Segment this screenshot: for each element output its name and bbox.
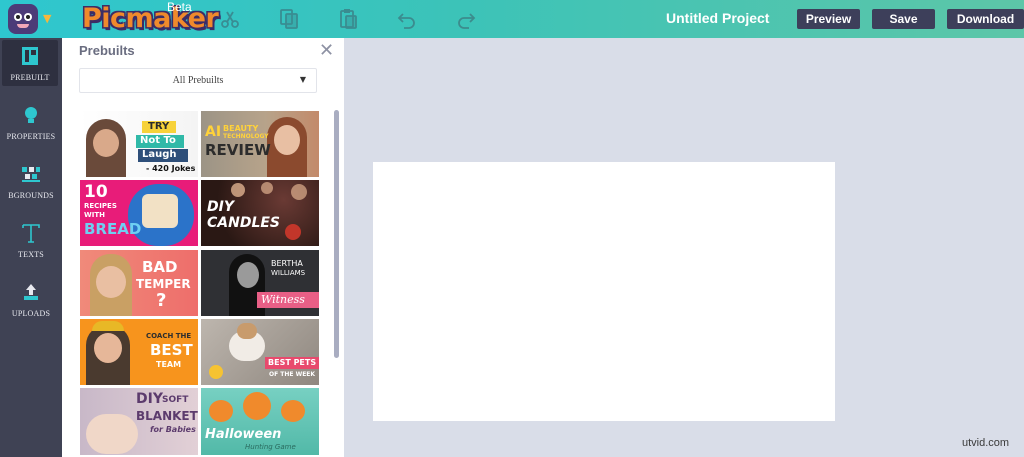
panel-title: Prebuilts	[79, 43, 135, 58]
sidebar-item-label: UPLOADS	[11, 309, 51, 318]
paste-icon[interactable]	[337, 8, 359, 30]
sidebar-item-label: PREBUILT	[10, 73, 50, 82]
template-thumbnail[interactable]: TRY Not To Laugh - 420 Jokes	[80, 111, 198, 177]
chevron-down-icon[interactable]: ▼	[43, 12, 51, 25]
template-thumbnail[interactable]: COACH THE BEST TEAM	[80, 319, 198, 385]
template-thumbnail[interactable]: Halloween Hunting Game	[201, 388, 319, 455]
project-title[interactable]: Untitled Project	[666, 10, 769, 26]
filter-selected-value: All Prebuilts	[172, 75, 224, 86]
template-thumbnail[interactable]: DIY SOFT BLANKET for Babies	[80, 388, 198, 455]
template-thumbnail[interactable]: BEST PETS OF THE WEEK	[201, 319, 319, 385]
sidebar-item-prebuilt[interactable]: PREBUILT	[2, 40, 58, 86]
preview-button[interactable]: Preview	[797, 9, 860, 29]
copy-icon[interactable]	[278, 8, 300, 30]
prebuilts-panel: Prebuilts ✕ All Prebuilts ▼ TRY Not To L…	[62, 38, 344, 457]
save-button[interactable]: Save	[872, 9, 935, 29]
redo-icon[interactable]	[455, 8, 477, 30]
undo-icon[interactable]	[396, 8, 418, 30]
sidebar: PREBUILT PROPERTIES BGROUNDS TEXTS UPLOA…	[0, 38, 62, 457]
download-button[interactable]: Download	[947, 9, 1024, 29]
sidebar-item-texts[interactable]: TEXTS	[0, 217, 62, 263]
sidebar-item-label: PROPERTIES	[6, 132, 56, 141]
cut-icon[interactable]	[219, 8, 241, 30]
panel-scrollbar[interactable]	[334, 110, 339, 358]
sidebar-item-bgrounds[interactable]: BGROUNDS	[0, 158, 62, 204]
template-thumbnail[interactable]: AI BEAUTY TECHNOLOGY REVIEW	[201, 111, 319, 177]
pattern-icon	[22, 167, 40, 182]
design-canvas[interactable]	[373, 162, 835, 421]
sidebar-item-label: TEXTS	[18, 250, 44, 259]
sidebar-item-label: BGROUNDS	[8, 191, 54, 200]
close-icon[interactable]: ✕	[319, 40, 334, 61]
sidebar-item-properties[interactable]: PROPERTIES	[0, 99, 62, 145]
template-thumbnail[interactable]: DIY CANDLES	[201, 180, 319, 246]
template-thumbnail[interactable]: BERTHA WILLIAMS Witness	[201, 250, 319, 316]
layout-icon	[22, 47, 38, 65]
app-logo[interactable]: Picmaker	[82, 3, 219, 34]
bulb-icon	[25, 107, 37, 123]
watermark: utvid.com	[962, 437, 1010, 449]
sidebar-item-uploads[interactable]: UPLOADS	[0, 276, 62, 322]
prebuilt-filter-select[interactable]: All Prebuilts ▼	[79, 68, 317, 93]
template-thumbnail[interactable]: 10 RECIPES WITH BREAD	[80, 180, 198, 246]
beta-badge: Beta	[167, 0, 192, 14]
upload-icon	[24, 284, 38, 300]
caret-down-icon: ▼	[299, 75, 306, 84]
text-icon	[22, 224, 40, 243]
user-avatar[interactable]	[8, 4, 38, 34]
top-bar: ▼ Picmaker Beta Untitled Project Preview…	[0, 0, 1024, 38]
template-thumbnail[interactable]: BAD TEMPER ?	[80, 250, 198, 316]
